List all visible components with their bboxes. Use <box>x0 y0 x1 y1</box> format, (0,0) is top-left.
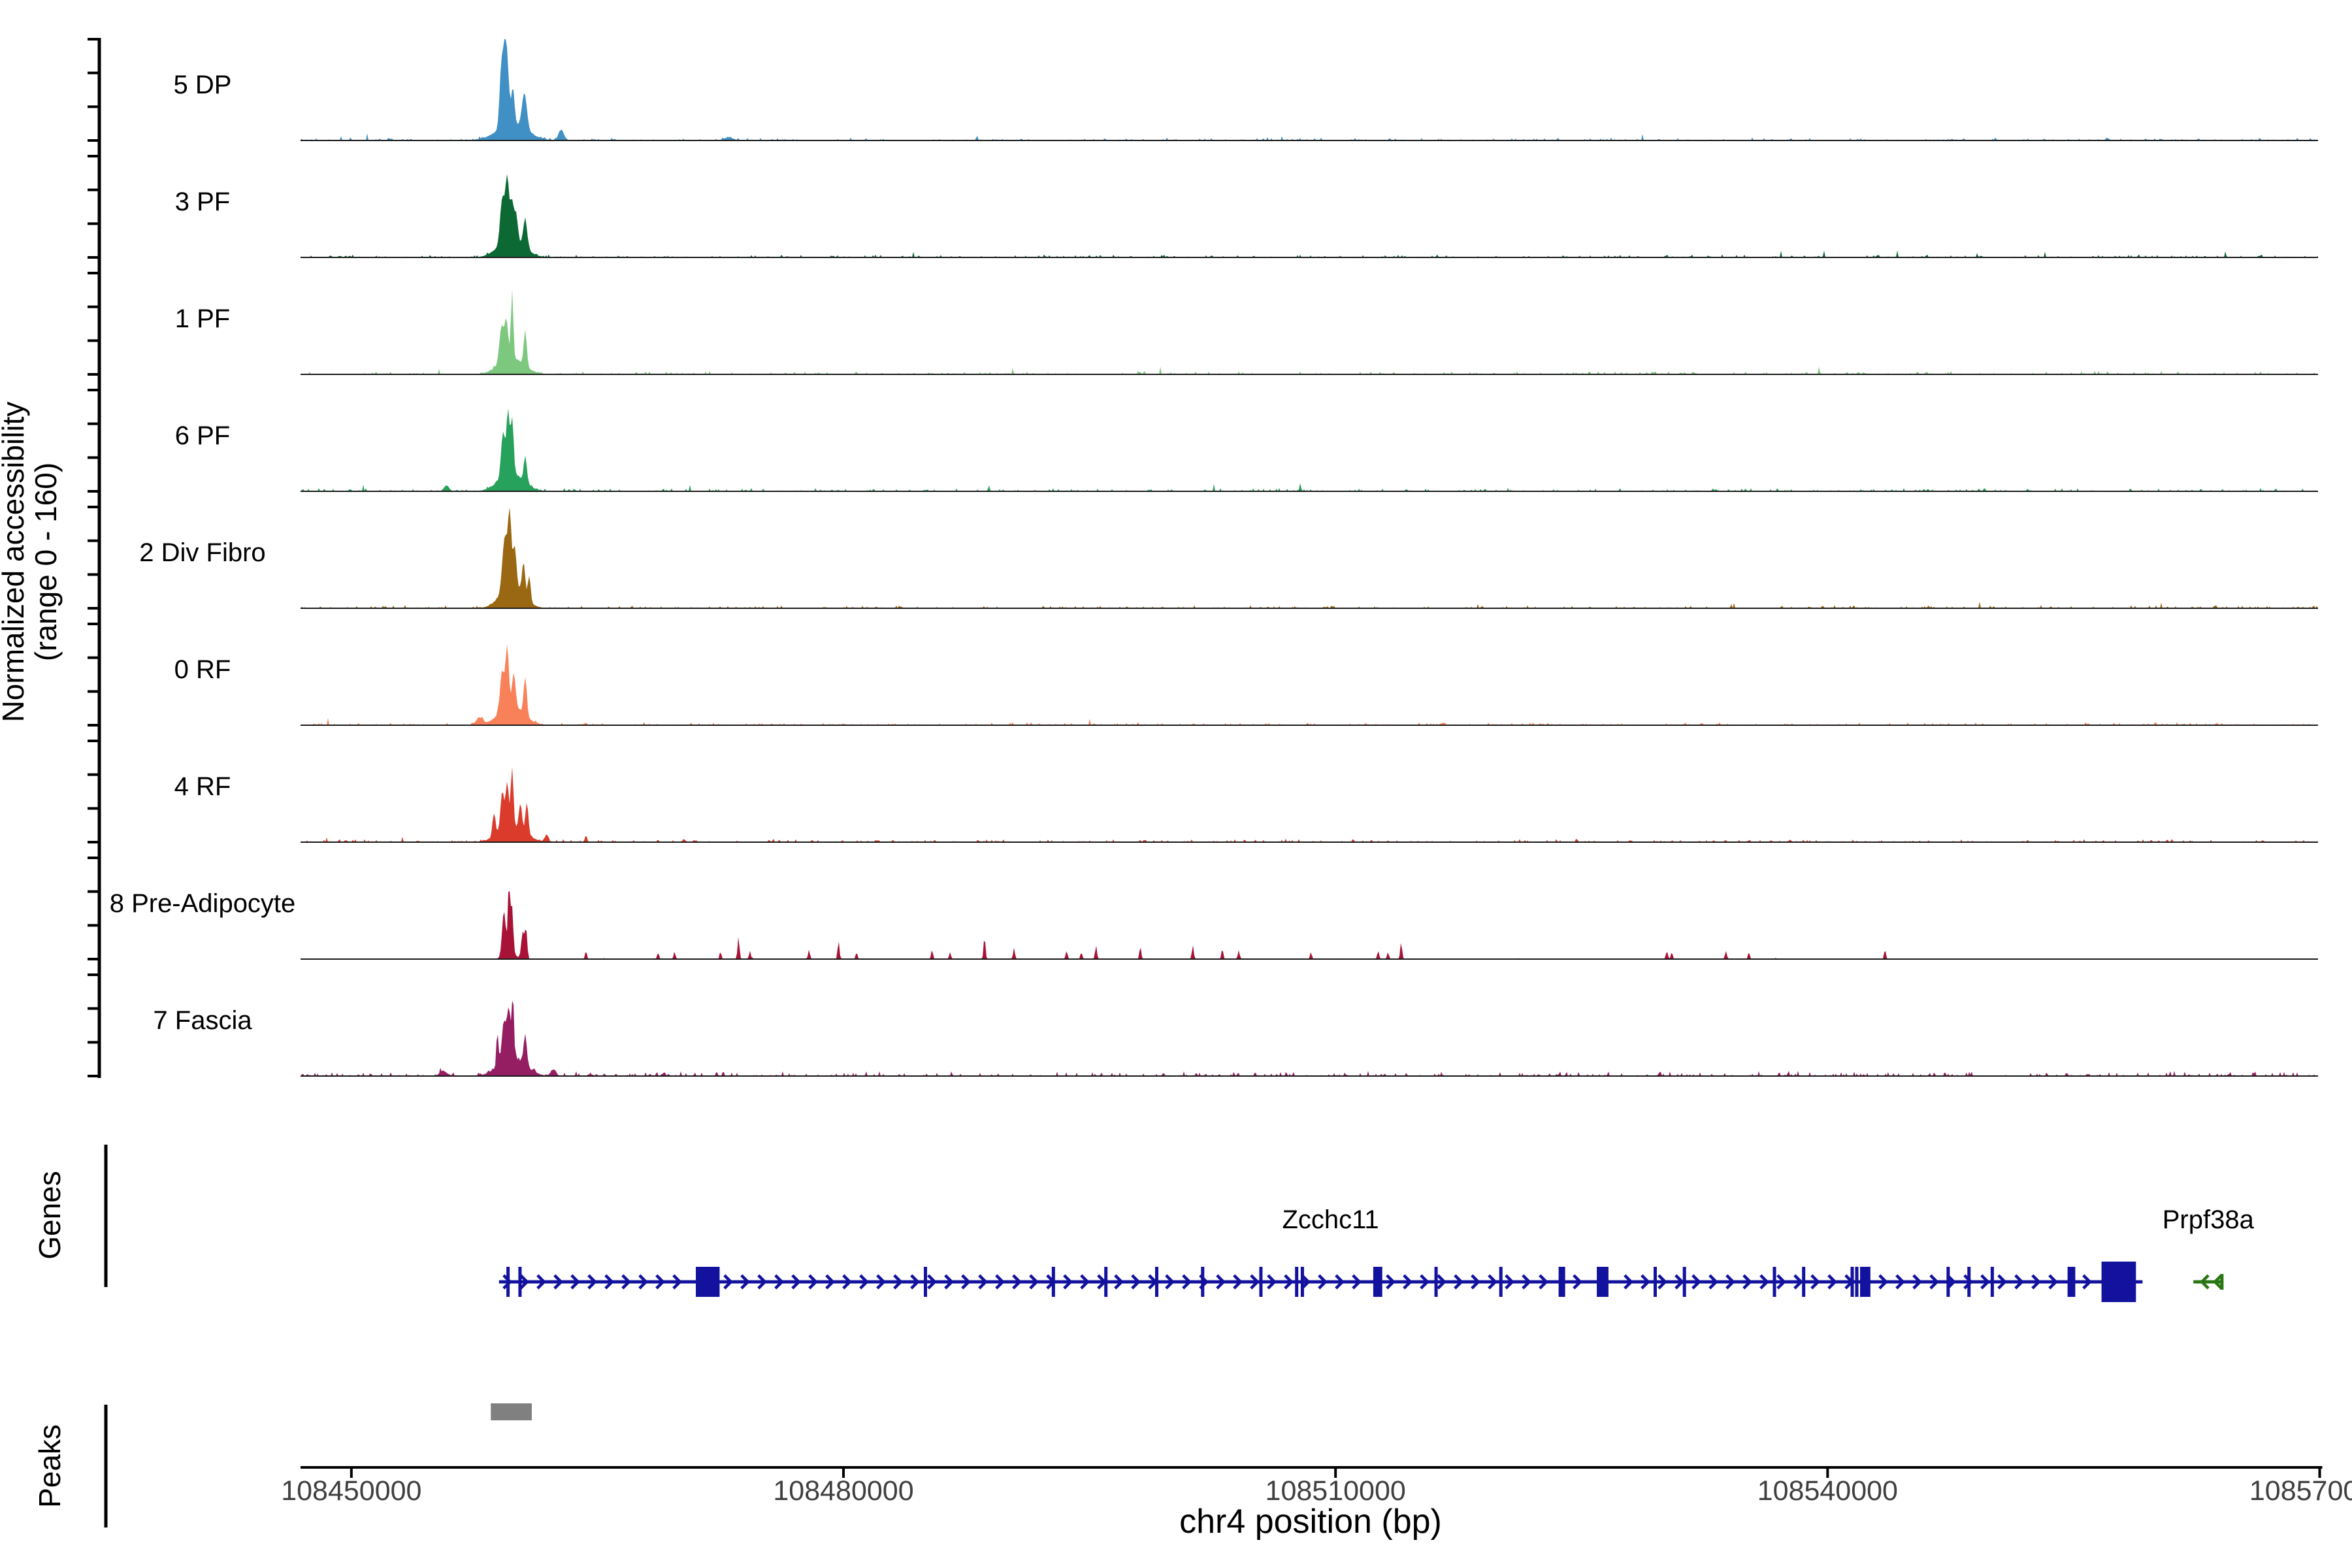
gene-terminal-exon-block <box>2102 1262 2136 1302</box>
gene-exon-tick <box>1052 1267 1055 1297</box>
peak-interval-box <box>491 1403 532 1420</box>
track-label: 5 DP <box>174 71 232 99</box>
track-label: 8 Pre-Adipocyte <box>110 889 296 918</box>
x-tick-label: 108510000 <box>1266 1475 1406 1507</box>
track-label: 2 Div Fibro <box>139 538 265 567</box>
gene-exon-tick <box>1946 1267 1950 1297</box>
coverage-plot-figure: Normalized accessibility(range 0 - 160) 5… <box>0 0 2352 1568</box>
gene-exon-tick <box>1295 1267 1298 1297</box>
gene-exon-tick <box>1201 1267 1204 1297</box>
gene-exon-tick <box>1155 1267 1158 1297</box>
track-label: 4 RF <box>174 772 231 801</box>
gene-exon-tick <box>1435 1267 1438 1297</box>
gene-exon-tick <box>1802 1267 1805 1297</box>
gene-exon-block <box>1373 1267 1382 1297</box>
gene-exon-tick <box>1499 1267 1503 1297</box>
track-label: 1 PF <box>175 304 230 333</box>
x-tick-label: 108480000 <box>773 1475 913 1507</box>
gene-exon-block <box>1559 1267 1565 1297</box>
x-tick-label: 108540000 <box>1757 1475 1898 1507</box>
gene-name-label: Zcchc11 <box>1282 1205 1379 1234</box>
gene-exon-block <box>2068 1267 2076 1297</box>
gene2-end-tick <box>2220 1274 2223 1290</box>
gene-exon-tick <box>1991 1267 1994 1297</box>
track-label: 6 PF <box>175 421 230 450</box>
gene-exon-tick <box>1772 1267 1776 1297</box>
track-label: 7 Fascia <box>153 1006 252 1035</box>
track-label: 3 PF <box>175 188 230 216</box>
gene-exon-tick <box>1850 1267 1854 1297</box>
gene-exon-tick <box>1104 1267 1107 1297</box>
gene-exon-tick <box>1259 1267 1262 1297</box>
gene-exon-tick <box>924 1267 927 1297</box>
gene-exon-tick <box>1855 1267 1859 1297</box>
gene-exon-block <box>1597 1267 1609 1297</box>
gene-exon-tick <box>518 1267 521 1297</box>
x-tick-label: 108570000 <box>2249 1475 2352 1507</box>
gene-exon-tick <box>1301 1267 1304 1297</box>
y-axis-label-line2: (range 0 - 160) <box>29 463 63 661</box>
peaks-section-label: Peaks <box>33 1424 67 1508</box>
gene-exon-block <box>1860 1267 1870 1297</box>
gene-exon-tick <box>1967 1267 1970 1297</box>
gene-exon-tick <box>506 1267 510 1297</box>
figure-background <box>0 0 2352 1568</box>
y-axis-label-line1: Normalized accessibility <box>0 402 30 723</box>
gene-name-label: Prpf38a <box>2163 1205 2255 1234</box>
gene-exon-block <box>696 1267 719 1297</box>
x-tick-label: 108450000 <box>281 1475 421 1507</box>
x-axis-title: chr4 position (bp) <box>1179 1503 1442 1541</box>
gene-exon-tick <box>1654 1267 1657 1297</box>
genes-section-label: Genes <box>33 1171 67 1260</box>
gene-exon-tick <box>1683 1267 1686 1297</box>
track-label: 0 RF <box>174 655 231 684</box>
